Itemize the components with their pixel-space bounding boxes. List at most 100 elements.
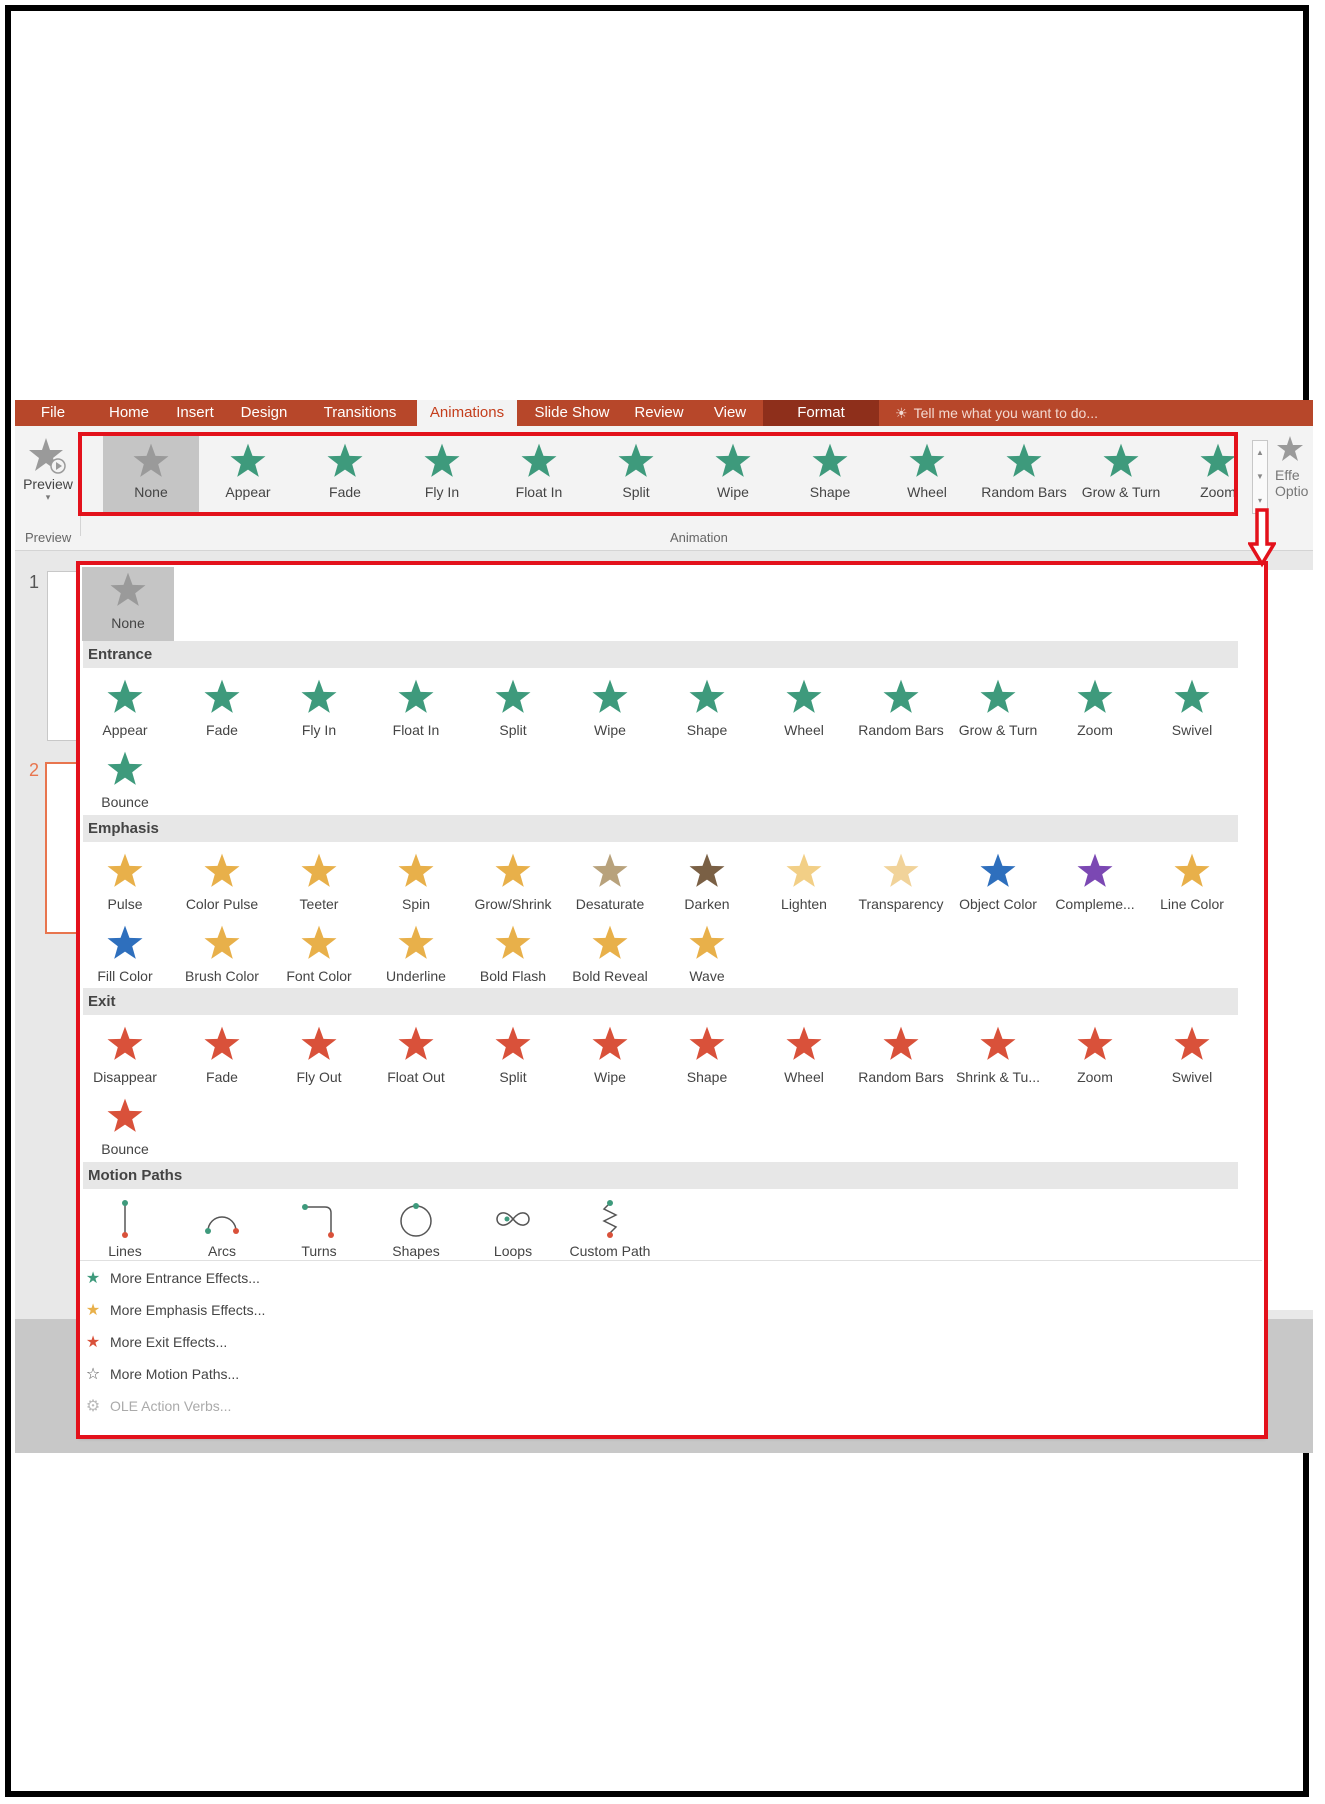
panel-emphasis-desaturate[interactable]: Desaturate	[562, 848, 658, 918]
panel-exit-float-out[interactable]: Float Out	[368, 1021, 464, 1091]
scroll-down-icon[interactable]: ▼	[1253, 465, 1267, 489]
panel-exit-swivel[interactable]: Swivel	[1144, 1021, 1240, 1091]
section-header-exit: Exit	[83, 988, 1238, 1015]
panel-exit-random-bars[interactable]: Random Bars	[853, 1021, 949, 1091]
panel-emphasis-underline[interactable]: Underline	[368, 920, 464, 990]
panel-effect-label: Wheel	[784, 722, 824, 738]
ribbon-effect-appear[interactable]: Appear	[200, 436, 296, 516]
wheel-star-icon	[786, 1026, 822, 1060]
ribbon-effect-wipe[interactable]: Wipe	[685, 436, 781, 516]
panel-entrance-wipe[interactable]: Wipe	[562, 674, 658, 744]
tab-design[interactable]: Design	[235, 400, 293, 426]
tab-view[interactable]: View	[705, 400, 755, 426]
panel-motion-paths-turns[interactable]: Turns	[271, 1195, 367, 1265]
panel-entrance-bounce[interactable]: Bounce	[77, 746, 173, 816]
ribbon-effect-fly-in[interactable]: Fly In	[394, 436, 490, 516]
line-color-star-icon	[1174, 853, 1210, 887]
panel-entrance-grow-turn[interactable]: Grow & Turn	[950, 674, 1046, 744]
grow-shrink-star-icon	[495, 853, 531, 887]
ribbon-effect-split[interactable]: Split	[588, 436, 684, 516]
panel-exit-split[interactable]: Split	[465, 1021, 561, 1091]
wheel-star-icon	[786, 679, 822, 713]
panel-effect-label: Shrink & Tu...	[955, 1069, 1041, 1085]
panel-emphasis-compleme[interactable]: Compleme...	[1047, 848, 1143, 918]
tell-me-text: Tell me what you want to do...	[913, 405, 1098, 421]
tab-slide-show[interactable]: Slide Show	[527, 400, 617, 426]
panel-emphasis-wave[interactable]: Wave	[659, 920, 755, 990]
tell-me-search[interactable]: ☀ Tell me what you want to do...	[895, 400, 1098, 426]
panel-motion-paths-arcs[interactable]: Arcs	[174, 1195, 270, 1265]
panel-effect-none[interactable]: None	[82, 567, 174, 641]
ribbon-effect-float-in[interactable]: Float In	[491, 436, 587, 516]
panel-motion-paths-lines[interactable]: Lines	[77, 1195, 173, 1265]
ribbon-effect-wheel[interactable]: Wheel	[879, 436, 975, 516]
ribbon-effect-shape[interactable]: Shape	[782, 436, 878, 516]
tab-insert[interactable]: Insert	[170, 400, 220, 426]
panel-entrance-wheel[interactable]: Wheel	[756, 674, 852, 744]
tab-format[interactable]: Format	[763, 400, 879, 426]
panel-motion-paths-shapes[interactable]: Shapes	[368, 1195, 464, 1265]
gallery-scroll[interactable]: ▲ ▼ ▾	[1252, 440, 1268, 514]
panel-exit-wipe[interactable]: Wipe	[562, 1021, 658, 1091]
panel-effect-label: Split	[499, 722, 527, 738]
panel-entrance-float-in[interactable]: Float In	[368, 674, 464, 744]
more-link-more-motion-paths[interactable]: ☆ More Motion Paths...	[82, 1360, 239, 1388]
panel-entrance-split[interactable]: Split	[465, 674, 561, 744]
panel-emphasis-bold-flash[interactable]: Bold Flash	[465, 920, 561, 990]
tab-transitions[interactable]: Transitions	[317, 400, 403, 426]
tab-animations[interactable]: Animations	[417, 400, 517, 426]
panel-effect-label: Teeter	[299, 896, 339, 912]
panel-emphasis-bold-reveal[interactable]: Bold Reveal	[562, 920, 658, 990]
ribbon-effect-random-bars[interactable]: Random Bars	[976, 436, 1072, 516]
panel-emphasis-grow-shrink[interactable]: Grow/Shrink	[465, 848, 561, 918]
panel-effect-label: Zoom	[1077, 722, 1113, 738]
more-link-more-entrance-effects[interactable]: ★ More Entrance Effects...	[82, 1264, 260, 1292]
panel-emphasis-darken[interactable]: Darken	[659, 848, 755, 918]
panel-exit-zoom[interactable]: Zoom	[1047, 1021, 1143, 1091]
more-link-more-emphasis-effects[interactable]: ★ More Emphasis Effects...	[82, 1296, 266, 1324]
tab-file[interactable]: File	[33, 400, 73, 426]
panel-motion-paths-custom-path[interactable]: Custom Path	[562, 1195, 658, 1265]
tab-home[interactable]: Home	[100, 400, 158, 426]
panel-emphasis-teeter[interactable]: Teeter	[271, 848, 367, 918]
panel-emphasis-spin[interactable]: Spin	[368, 848, 464, 918]
more-link-more-exit-effects[interactable]: ★ More Exit Effects...	[82, 1328, 227, 1356]
panel-motion-paths-loops[interactable]: Loops	[465, 1195, 561, 1265]
panel-emphasis-fill-color[interactable]: Fill Color	[77, 920, 173, 990]
panel-entrance-appear[interactable]: Appear	[77, 674, 173, 744]
panel-emphasis-object-color[interactable]: Object Color	[950, 848, 1046, 918]
panel-entrance-fade[interactable]: Fade	[174, 674, 270, 744]
panel-emphasis-color-pulse[interactable]: Color Pulse	[174, 848, 270, 918]
panel-emphasis-brush-color[interactable]: Brush Color	[174, 920, 270, 990]
effect-options-button[interactable]: Effe Optio	[1275, 434, 1315, 524]
ribbon-effect-grow-turn[interactable]: Grow & Turn	[1073, 436, 1169, 516]
panel-exit-shrink-tu[interactable]: Shrink & Tu...	[950, 1021, 1046, 1091]
panel-exit-fade[interactable]: Fade	[174, 1021, 270, 1091]
panel-emphasis-line-color[interactable]: Line Color	[1144, 848, 1240, 918]
panel-entrance-fly-in[interactable]: Fly In	[271, 674, 367, 744]
teeter-star-icon	[301, 853, 337, 887]
panel-exit-shape[interactable]: Shape	[659, 1021, 755, 1091]
panel-effect-label: Spin	[401, 896, 431, 912]
ribbon-effect-fade[interactable]: Fade	[297, 436, 393, 516]
fly-out-star-icon	[301, 1026, 337, 1060]
scroll-up-icon[interactable]: ▲	[1253, 441, 1267, 465]
ribbon-effect-label: Grow & Turn	[1081, 484, 1161, 500]
panel-exit-bounce[interactable]: Bounce	[77, 1093, 173, 1163]
none-star-icon	[133, 443, 169, 477]
panel-emphasis-pulse[interactable]: Pulse	[77, 848, 173, 918]
panel-exit-wheel[interactable]: Wheel	[756, 1021, 852, 1091]
panel-emphasis-lighten[interactable]: Lighten	[756, 848, 852, 918]
panel-emphasis-font-color[interactable]: Font Color	[271, 920, 367, 990]
panel-entrance-shape[interactable]: Shape	[659, 674, 755, 744]
panel-entrance-swivel[interactable]: Swivel	[1144, 674, 1240, 744]
panel-exit-fly-out[interactable]: Fly Out	[271, 1021, 367, 1091]
ribbon-effect-none[interactable]: None	[103, 436, 199, 516]
preview-button[interactable]: Preview ▾	[23, 436, 73, 506]
panel-exit-disappear[interactable]: Disappear	[77, 1021, 173, 1091]
main-slide-canvas[interactable]	[1265, 570, 1313, 1310]
panel-entrance-random-bars[interactable]: Random Bars	[853, 674, 949, 744]
panel-entrance-zoom[interactable]: Zoom	[1047, 674, 1143, 744]
panel-emphasis-transparency[interactable]: Transparency	[853, 848, 949, 918]
tab-review[interactable]: Review	[627, 400, 691, 426]
